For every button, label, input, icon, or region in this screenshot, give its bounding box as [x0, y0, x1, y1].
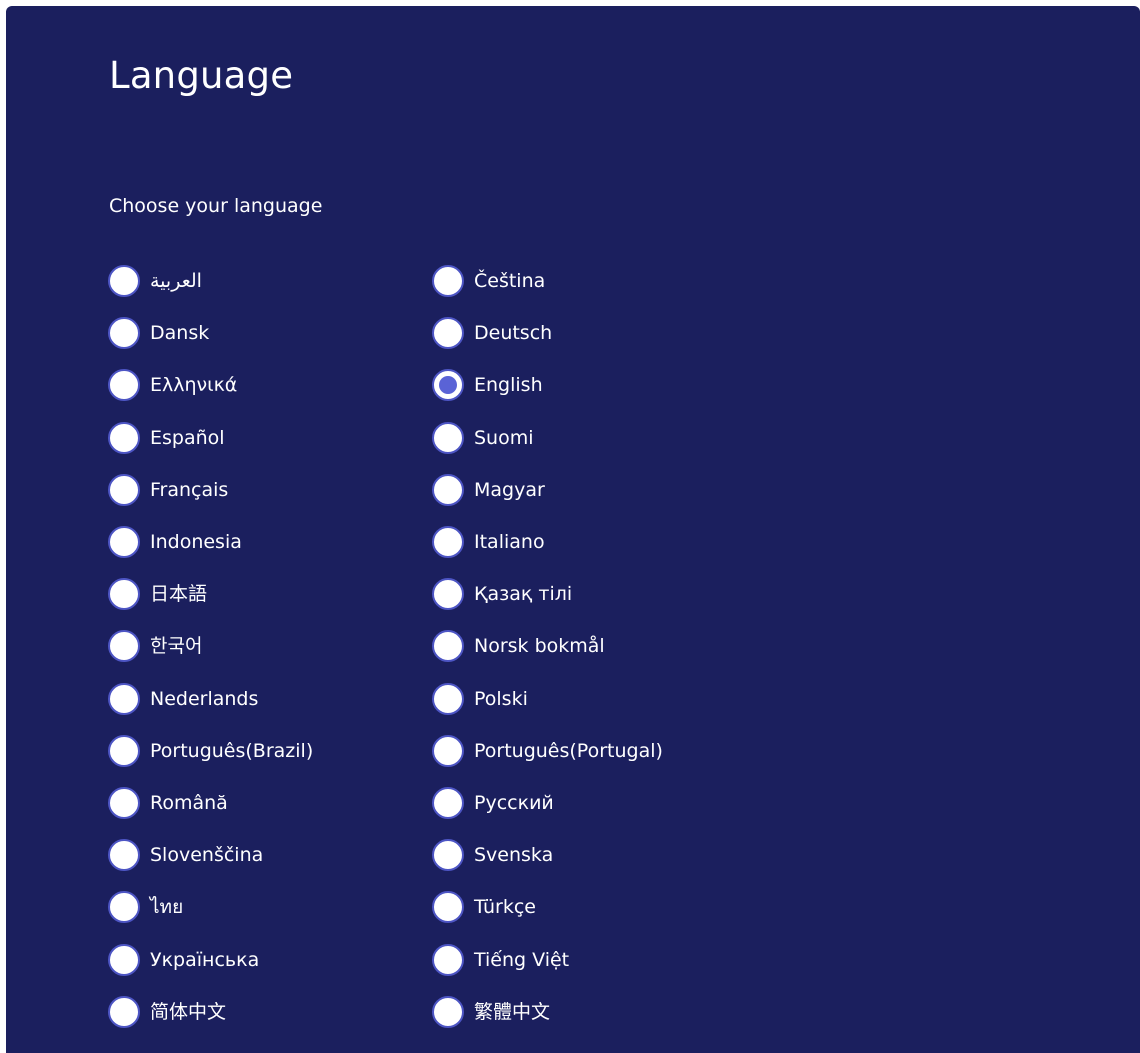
- language-option[interactable]: ไทย: [108, 881, 432, 933]
- radio-button[interactable]: [432, 786, 464, 819]
- language-option[interactable]: Norsk bokmål: [432, 620, 756, 672]
- language-option[interactable]: 繁體中文: [432, 986, 756, 1038]
- page-subtitle: Choose your language: [109, 195, 323, 217]
- language-option[interactable]: 简体中文: [108, 986, 432, 1038]
- language-label: العربية: [150, 270, 202, 293]
- language-option[interactable]: Қазақ тілі: [432, 568, 756, 620]
- language-label: Қазақ тілі: [474, 583, 573, 606]
- language-option[interactable]: Português(Brazil): [108, 725, 432, 777]
- language-option[interactable]: Română: [108, 777, 432, 829]
- language-option[interactable]: 한국어: [108, 620, 432, 672]
- language-label: Português(Brazil): [150, 739, 314, 762]
- language-option[interactable]: Suomi: [432, 412, 756, 464]
- radio-button[interactable]: [432, 682, 464, 715]
- language-option[interactable]: Español: [108, 412, 432, 464]
- language-label: Türkçe: [474, 896, 536, 919]
- language-label: Magyar: [474, 478, 545, 501]
- language-label: 日本語: [150, 583, 208, 606]
- language-label: Ελληνικά: [150, 374, 238, 397]
- radio-button[interactable]: [432, 891, 464, 924]
- language-option[interactable]: Nederlands: [108, 673, 432, 725]
- radio-button[interactable]: [108, 682, 140, 715]
- radio-button[interactable]: [108, 578, 140, 611]
- radio-button[interactable]: [432, 839, 464, 872]
- language-label: ไทย: [150, 896, 184, 919]
- language-option[interactable]: Indonesia: [108, 516, 432, 568]
- language-label: Nederlands: [150, 687, 259, 710]
- language-option[interactable]: Čeština: [432, 255, 756, 307]
- radio-button[interactable]: [432, 526, 464, 559]
- language-label: 繁體中文: [474, 1000, 551, 1023]
- radio-button[interactable]: [432, 317, 464, 350]
- radio-button[interactable]: [108, 265, 140, 298]
- radio-button[interactable]: [108, 526, 140, 559]
- language-label: Română: [150, 791, 228, 814]
- language-label: Italiano: [474, 531, 545, 554]
- radio-button[interactable]: [432, 995, 464, 1028]
- language-label: Suomi: [474, 426, 534, 449]
- radio-button-checked[interactable]: [432, 369, 464, 402]
- language-label: 한국어: [150, 635, 203, 658]
- language-label: Українська: [150, 948, 260, 971]
- radio-button[interactable]: [432, 265, 464, 298]
- language-option[interactable]: 日本語: [108, 568, 432, 620]
- radio-button[interactable]: [108, 369, 140, 402]
- language-option[interactable]: English: [432, 359, 756, 411]
- language-option[interactable]: Svenska: [432, 829, 756, 881]
- language-option[interactable]: Русский: [432, 777, 756, 829]
- radio-button[interactable]: [432, 630, 464, 663]
- radio-button[interactable]: [108, 473, 140, 506]
- language-label: Čeština: [474, 270, 546, 293]
- language-label: Русский: [474, 791, 554, 814]
- radio-button[interactable]: [432, 578, 464, 611]
- language-option[interactable]: Ελληνικά: [108, 359, 432, 411]
- language-option[interactable]: Deutsch: [432, 307, 756, 359]
- radio-button[interactable]: [108, 891, 140, 924]
- language-option[interactable]: Türkçe: [432, 881, 756, 933]
- radio-button[interactable]: [108, 995, 140, 1028]
- language-label: Dansk: [150, 322, 210, 345]
- page-title: Language: [109, 54, 294, 97]
- language-option[interactable]: Français: [108, 464, 432, 516]
- language-settings-panel: Language Choose your language العربية Češ…: [6, 6, 1140, 1053]
- language-option[interactable]: Slovenščina: [108, 829, 432, 881]
- language-option[interactable]: Magyar: [432, 464, 756, 516]
- language-label: Norsk bokmål: [474, 635, 605, 658]
- language-option[interactable]: Italiano: [432, 516, 756, 568]
- radio-button[interactable]: [108, 317, 140, 350]
- language-label: Español: [150, 426, 225, 449]
- language-label: Português(Portugal): [474, 739, 663, 762]
- language-label: Indonesia: [150, 531, 242, 554]
- radio-button[interactable]: [108, 839, 140, 872]
- radio-button[interactable]: [108, 943, 140, 976]
- radio-button[interactable]: [108, 630, 140, 663]
- language-label: Tiếng Việt: [474, 948, 570, 971]
- language-option[interactable]: Dansk: [108, 307, 432, 359]
- language-option[interactable]: العربية: [108, 255, 432, 307]
- radio-button[interactable]: [432, 473, 464, 506]
- language-option[interactable]: Português(Portugal): [432, 725, 756, 777]
- language-label: Polski: [474, 687, 528, 710]
- language-label: Français: [150, 478, 229, 501]
- radio-button[interactable]: [108, 786, 140, 819]
- language-option[interactable]: Tiếng Việt: [432, 933, 756, 985]
- language-option[interactable]: Polski: [432, 673, 756, 725]
- radio-button[interactable]: [108, 421, 140, 454]
- language-label: English: [474, 374, 543, 397]
- radio-button[interactable]: [432, 943, 464, 976]
- language-label: Svenska: [474, 844, 554, 867]
- language-options-list: العربية Čeština Dansk Deutsch Ελληνικά Englis…: [108, 255, 808, 1038]
- language-label: Deutsch: [474, 322, 553, 345]
- language-label: Slovenščina: [150, 844, 264, 867]
- language-label: 简体中文: [150, 1000, 227, 1023]
- radio-button[interactable]: [432, 421, 464, 454]
- radio-button[interactable]: [432, 734, 464, 767]
- radio-button[interactable]: [108, 734, 140, 767]
- language-option[interactable]: Українська: [108, 933, 432, 985]
